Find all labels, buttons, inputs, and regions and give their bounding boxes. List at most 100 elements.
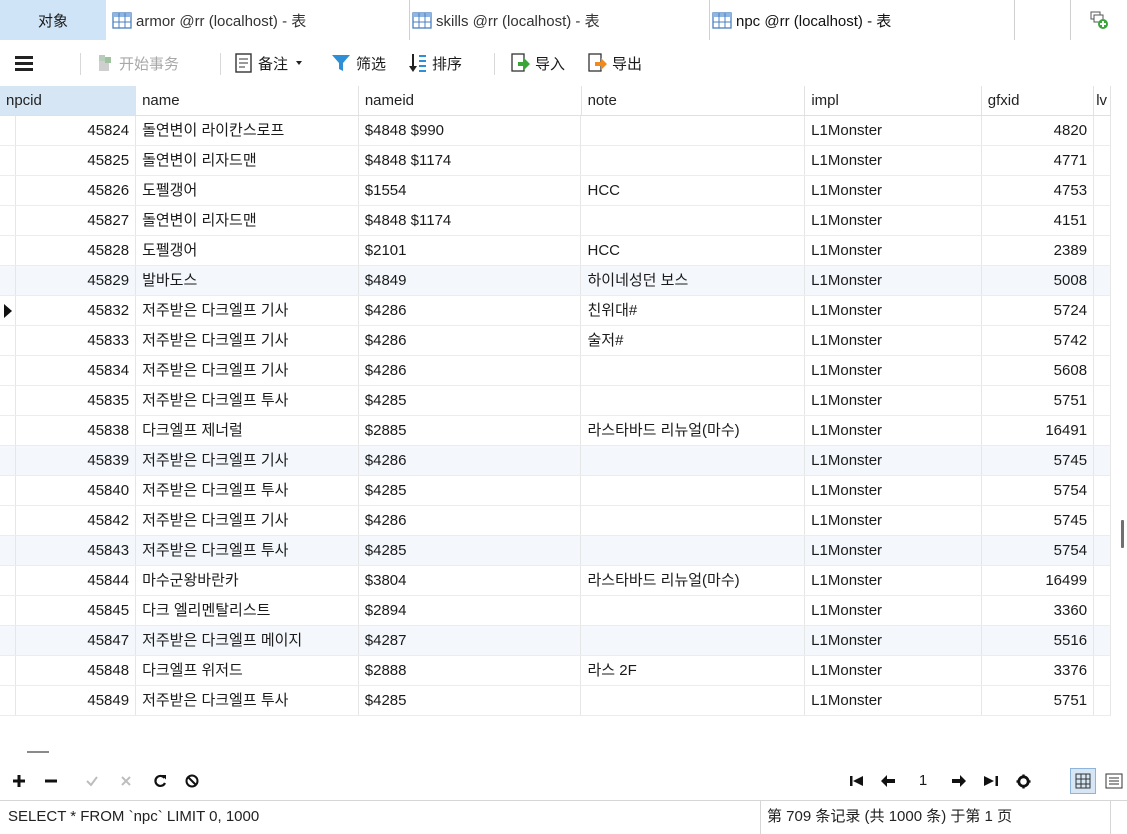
menu-button[interactable] <box>14 48 34 78</box>
discard-changes-button[interactable] <box>114 769 138 793</box>
delete-record-button[interactable] <box>39 769 63 793</box>
cell-nameid[interactable]: $3804 <box>359 566 582 595</box>
cell-impl[interactable]: L1Monster <box>805 446 982 475</box>
cell-npcid[interactable]: 45829 <box>16 266 137 295</box>
cell-lv[interactable] <box>1094 146 1111 175</box>
cell-gfxid[interactable]: 5745 <box>982 446 1095 475</box>
cell-nameid[interactable]: $4285 <box>359 686 582 715</box>
cell-impl[interactable]: L1Monster <box>805 266 982 295</box>
cell-npcid[interactable]: 45838 <box>16 416 137 445</box>
cell-lv[interactable] <box>1094 536 1111 565</box>
cell-lv[interactable] <box>1094 506 1111 535</box>
cell-nameid[interactable]: $4848 $990 <box>359 116 582 145</box>
cell-npcid[interactable]: 45824 <box>16 116 137 145</box>
cell-note[interactable] <box>581 686 806 715</box>
cell-npcid[interactable]: 45832 <box>16 296 137 325</box>
cell-note[interactable] <box>581 386 806 415</box>
cell-lv[interactable] <box>1094 596 1111 625</box>
cell-nameid[interactable]: $1554 <box>359 176 582 205</box>
cell-impl[interactable]: L1Monster <box>805 536 982 565</box>
row-indicator[interactable] <box>0 596 16 625</box>
export-button[interactable]: 导出 <box>587 48 642 78</box>
table-row[interactable]: 45844 마수군왕바란카 $3804 라스타바드 리뉴얼(마수) L1Monster 1… <box>0 566 1111 596</box>
cell-impl[interactable]: L1Monster <box>805 686 982 715</box>
cell-gfxid[interactable]: 4820 <box>982 116 1095 145</box>
cell-nameid[interactable]: $4849 <box>359 266 582 295</box>
page-number[interactable]: 1 <box>911 771 935 791</box>
cell-note[interactable] <box>581 596 806 625</box>
cell-lv[interactable] <box>1094 476 1111 505</box>
column-header-gfxid[interactable]: gfxid <box>982 86 1095 115</box>
cell-impl[interactable]: L1Monster <box>805 326 982 355</box>
last-page-button[interactable] <box>979 769 1003 793</box>
column-header-npcid[interactable]: npcid <box>0 86 137 115</box>
row-indicator[interactable] <box>0 626 16 655</box>
cell-name[interactable]: 저주받은 다크엘프 기사 <box>136 326 359 355</box>
cell-lv[interactable] <box>1094 566 1111 595</box>
cell-gfxid[interactable]: 4753 <box>982 176 1095 205</box>
table-row[interactable]: 45848 다크엘프 위저드 $2888 라스 2F L1Monster 3376 <box>0 656 1111 686</box>
cell-note[interactable]: 하이네성던 보스 <box>581 266 806 295</box>
table-row[interactable]: 45838 다크엘프 제너럴 $2885 라스타바드 리뉴얼(마수) L1Monster… <box>0 416 1111 446</box>
begin-transaction-button[interactable]: 开始事务 <box>96 48 179 78</box>
cell-lv[interactable] <box>1094 116 1111 145</box>
row-indicator[interactable] <box>0 236 16 265</box>
column-header-lv[interactable]: lv <box>1094 86 1111 115</box>
cell-lv[interactable] <box>1094 266 1111 295</box>
cell-name[interactable]: 저주받은 다크엘프 메이지 <box>136 626 359 655</box>
cell-lv[interactable] <box>1094 206 1111 235</box>
cell-impl[interactable]: L1Monster <box>805 626 982 655</box>
cell-gfxid[interactable]: 5745 <box>982 506 1095 535</box>
cell-impl[interactable]: L1Monster <box>805 236 982 265</box>
first-page-button[interactable] <box>845 769 869 793</box>
row-indicator[interactable] <box>0 116 16 145</box>
row-indicator[interactable] <box>0 326 16 355</box>
table-row[interactable]: 45840 저주받은 다크엘프 투사 $4285 L1Monster 5754 <box>0 476 1111 506</box>
cell-gfxid[interactable]: 5754 <box>982 476 1095 505</box>
cell-note[interactable]: HCC <box>581 176 806 205</box>
cell-impl[interactable]: L1Monster <box>805 206 982 235</box>
cell-name[interactable]: 돌연변이 리자드맨 <box>136 146 359 175</box>
cell-name[interactable]: 발바도스 <box>136 266 359 295</box>
cell-gfxid[interactable]: 2389 <box>982 236 1095 265</box>
row-indicator[interactable] <box>0 356 16 385</box>
cell-npcid[interactable]: 45839 <box>16 446 137 475</box>
cell-npcid[interactable]: 45835 <box>16 386 137 415</box>
cell-nameid[interactable]: $2101 <box>359 236 582 265</box>
cell-impl[interactable]: L1Monster <box>805 146 982 175</box>
cell-nameid[interactable]: $4286 <box>359 296 582 325</box>
table-row[interactable]: 45845 다크 엘리멘탈리스트 $2894 L1Monster 3360 <box>0 596 1111 626</box>
splitter-handle[interactable] <box>27 751 49 753</box>
table-row[interactable]: 45828 도펠갱어 $2101 HCC L1Monster 2389 <box>0 236 1111 266</box>
cell-npcid[interactable]: 45827 <box>16 206 137 235</box>
cell-note[interactable] <box>581 476 806 505</box>
cell-name[interactable]: 다크엘프 위저드 <box>136 656 359 685</box>
cell-nameid[interactable]: $4286 <box>359 326 582 355</box>
import-button[interactable]: 导入 <box>510 48 565 78</box>
column-header-nameid[interactable]: nameid <box>359 86 582 115</box>
cell-note[interactable] <box>581 536 806 565</box>
table-row[interactable]: 45824 돌연변이 라이칸스로프 $4848 $990 L1Monster 4820 <box>0 116 1111 146</box>
cell-npcid[interactable]: 45840 <box>16 476 137 505</box>
row-indicator[interactable] <box>0 206 16 235</box>
refresh-button[interactable] <box>148 769 172 793</box>
stop-button[interactable] <box>180 769 204 793</box>
table-row[interactable]: 45843 저주받은 다크엘프 투사 $4285 L1Monster 5754 <box>0 536 1111 566</box>
column-header-impl[interactable]: impl <box>805 86 982 115</box>
cell-lv[interactable] <box>1094 626 1111 655</box>
cell-lv[interactable] <box>1094 656 1111 685</box>
cell-impl[interactable]: L1Monster <box>805 656 982 685</box>
cell-impl[interactable]: L1Monster <box>805 416 982 445</box>
memo-button[interactable]: 备注 <box>235 48 305 78</box>
cell-note[interactable] <box>581 506 806 535</box>
cell-gfxid[interactable]: 5754 <box>982 536 1095 565</box>
row-indicator[interactable] <box>0 266 16 295</box>
cell-name[interactable]: 저주받은 다크엘프 기사 <box>136 296 359 325</box>
previous-page-button[interactable] <box>876 769 900 793</box>
grid-view-button[interactable] <box>1070 768 1096 794</box>
cell-npcid[interactable]: 45834 <box>16 356 137 385</box>
cell-npcid[interactable]: 45842 <box>16 506 137 535</box>
table-row[interactable]: 45839 저주받은 다크엘프 기사 $4286 L1Monster 5745 <box>0 446 1111 476</box>
table-row[interactable]: 45832 저주받은 다크엘프 기사 $4286 친위대# L1Monster 5724 <box>0 296 1111 326</box>
cell-gfxid[interactable]: 5608 <box>982 356 1095 385</box>
